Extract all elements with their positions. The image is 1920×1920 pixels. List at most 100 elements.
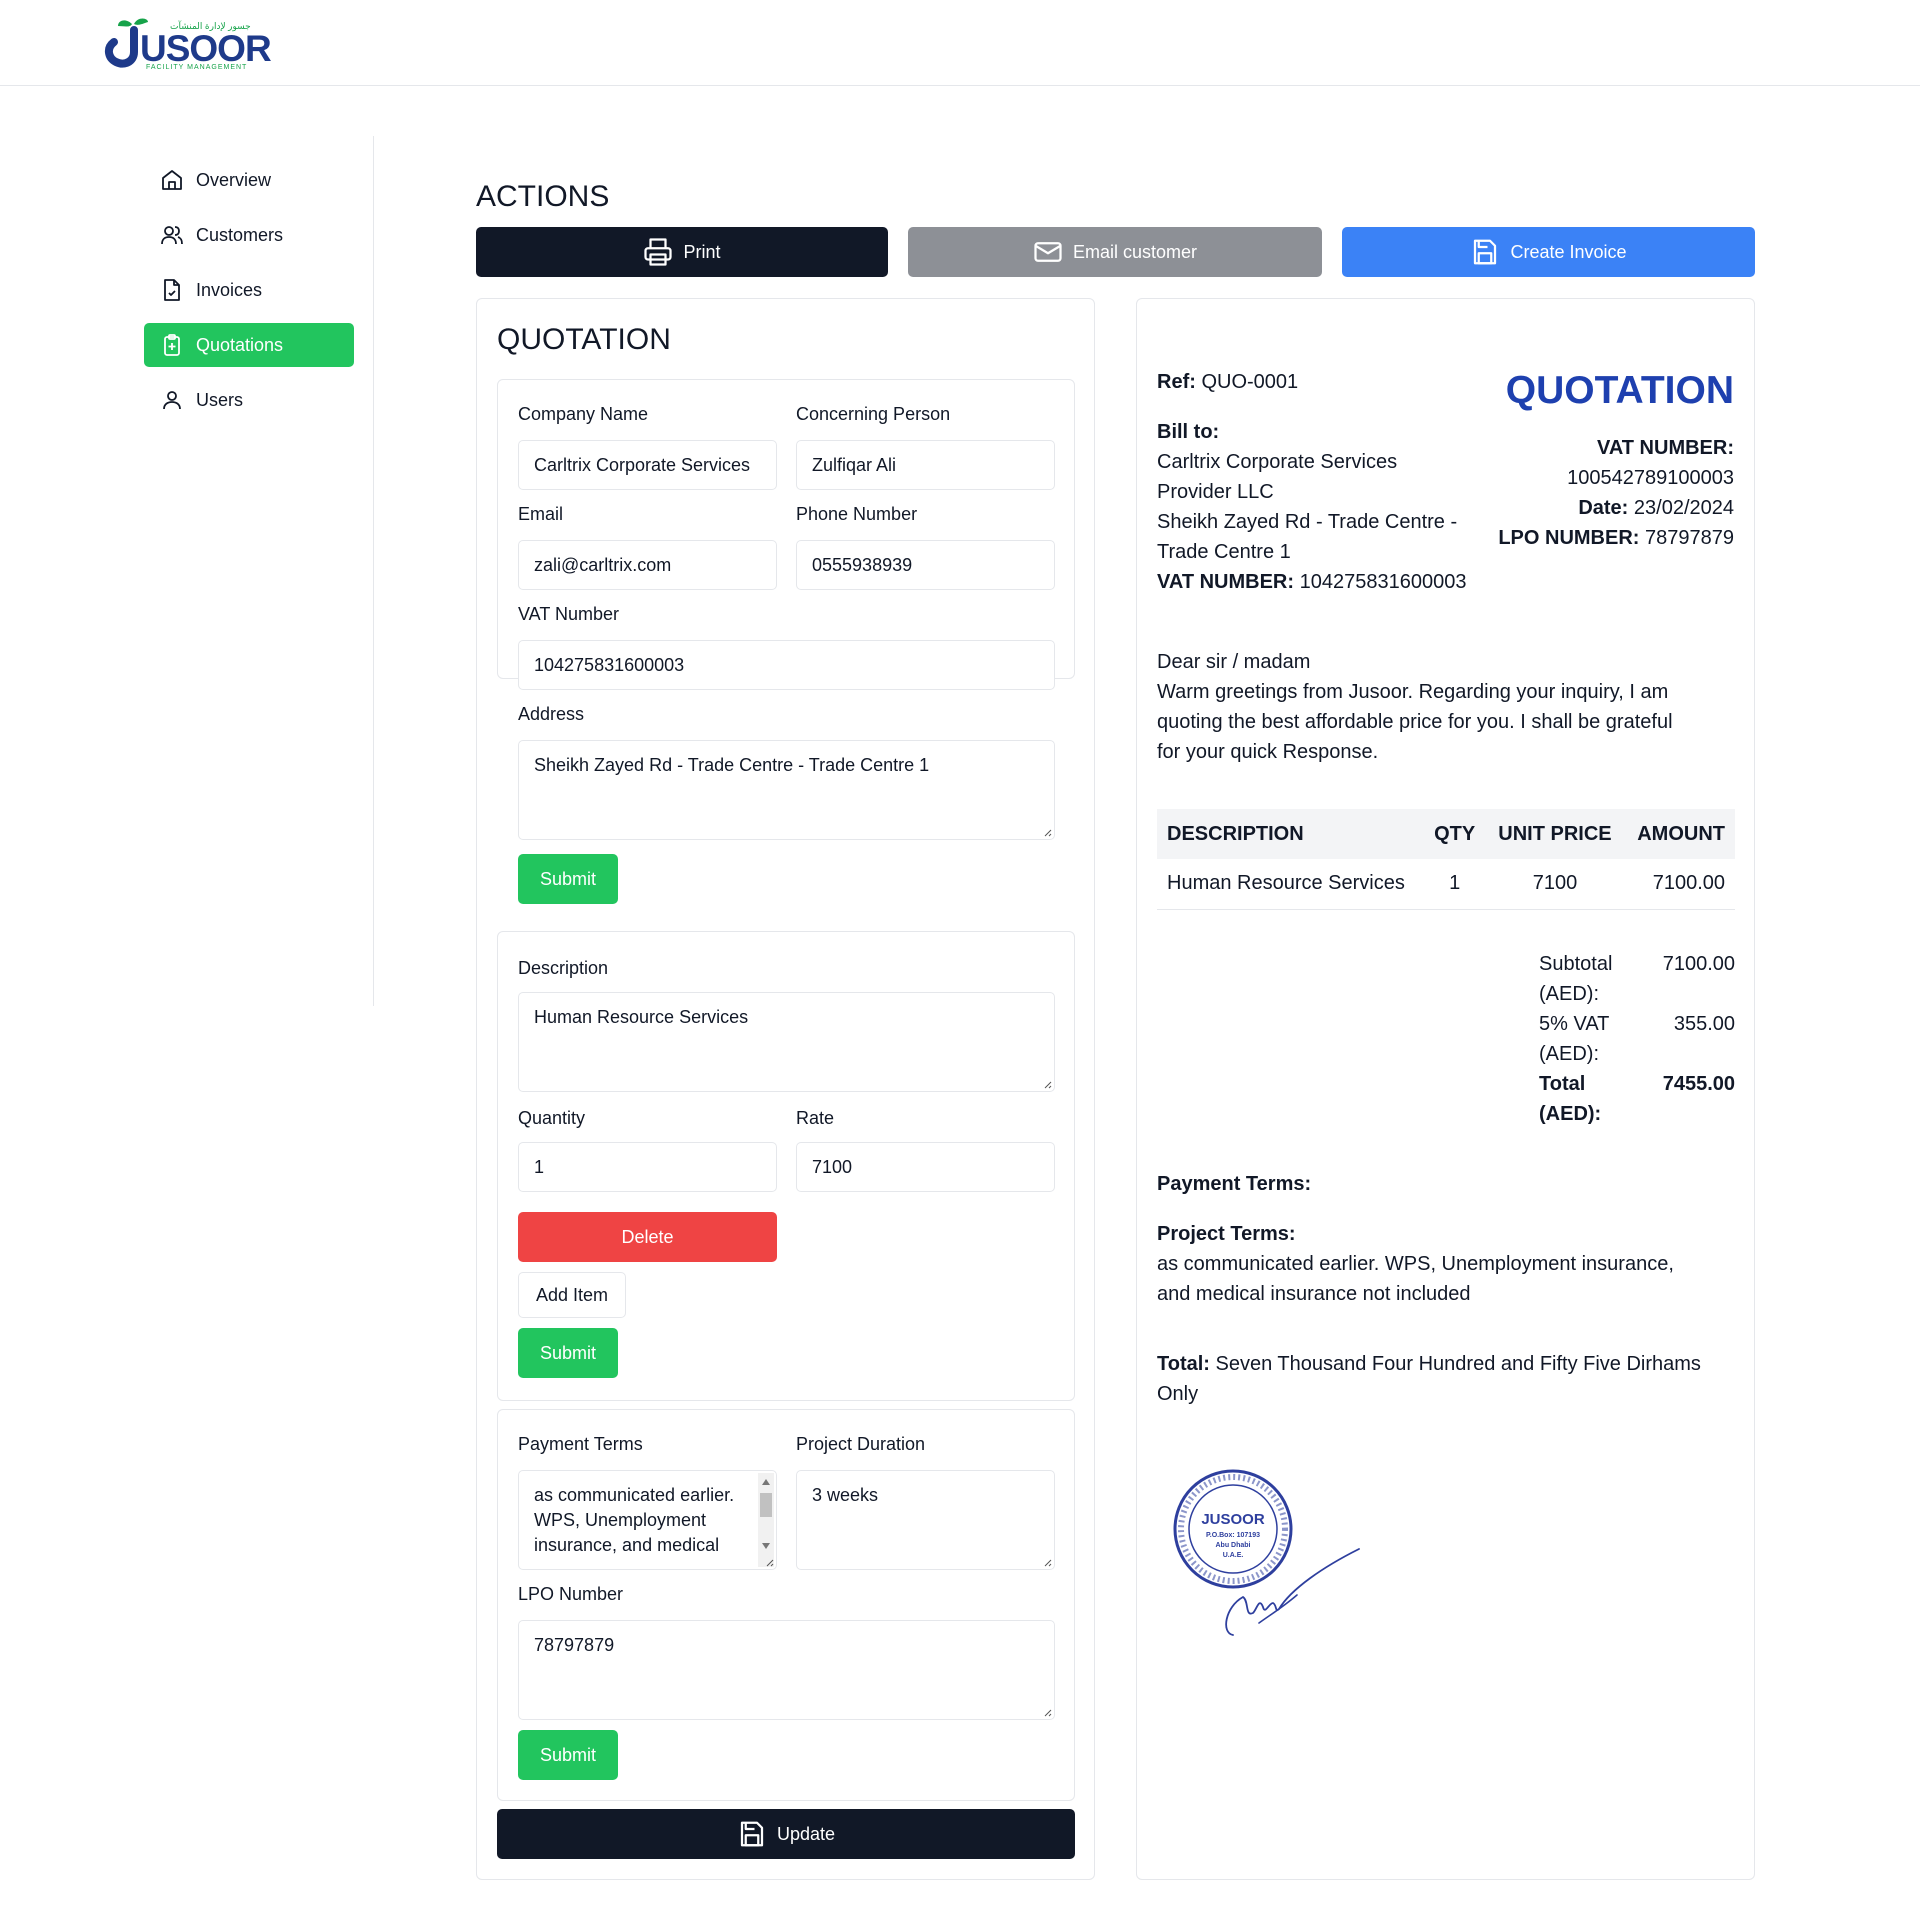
- rate-label: Rate: [796, 1108, 835, 1128]
- vat-row: 5% VAT (AED): 355.00: [1539, 1009, 1735, 1069]
- body-line-3: for your quick Response.: [1157, 741, 1379, 763]
- company-name-input[interactable]: Carltrix Corporate Services: [518, 440, 777, 490]
- vat5-label-unit: (AED):: [1539, 1043, 1599, 1065]
- printer-icon: [644, 238, 673, 266]
- bill-to-label: Bill to:: [1157, 421, 1220, 443]
- print-button[interactable]: Print: [476, 227, 888, 277]
- address-value: Sheikh Zayed Rd - Trade Centre - Trade C…: [534, 755, 930, 775]
- total-value: 7455.00: [1662, 1073, 1735, 1095]
- description-textarea[interactable]: Human Resource Services: [518, 992, 1055, 1092]
- phone-number-input[interactable]: 0555938939: [796, 540, 1055, 590]
- table-row: Human Resource Services 1 7100 7100.00: [1157, 859, 1735, 910]
- terms-submit-button[interactable]: Submit: [518, 1730, 618, 1780]
- signature-stroke: [1225, 1548, 1360, 1636]
- sidebar-item-label: Users: [196, 389, 244, 410]
- vat-number-label: VAT NUMBER:: [1596, 437, 1734, 459]
- total-row: Total (AED): 7455.00: [1539, 1069, 1735, 1129]
- payment-terms-heading: Payment Terms:: [1157, 1173, 1312, 1195]
- payment-terms-textarea[interactable]: as communicated earlier. WPS, Unemployme…: [518, 1470, 777, 1570]
- company-stamp-signature: JUSOOR P.O.Box: 107193 Abu Dhabi U.A.E.: [1173, 1469, 1360, 1636]
- ref-label: Ref:: [1157, 371, 1196, 393]
- bill-vat-label: VAT NUMBER:: [1157, 571, 1295, 593]
- description-value: Human Resource Services: [534, 1007, 749, 1027]
- item-submit-button[interactable]: Submit: [518, 1328, 618, 1378]
- sidebar-item-overview[interactable]: Overview: [144, 158, 354, 202]
- stamp-name: JUSOOR: [1201, 1511, 1265, 1528]
- resize-grip-icon[interactable]: [1042, 1557, 1052, 1567]
- date-value: 23/02/2024: [1633, 497, 1734, 519]
- header-description: DESCRIPTION: [1157, 809, 1424, 859]
- create-invoice-label: Create Invoice: [1510, 241, 1627, 262]
- update-label: Update: [776, 1823, 836, 1844]
- project-terms-block: Project Terms: as communicated earlier. …: [1157, 1219, 1737, 1309]
- subtotal-label: Subtotal: [1539, 953, 1613, 975]
- email-input[interactable]: zali@carltrix.com: [518, 540, 777, 590]
- totals-block: Subtotal (AED): 7100.00 5% VAT (AED): 355.…: [1539, 949, 1735, 1129]
- resize-grip-icon[interactable]: [764, 1557, 774, 1567]
- email-customer-button[interactable]: Email customer: [908, 227, 1322, 277]
- total-label: Total: [1539, 1073, 1586, 1095]
- vat-number-input[interactable]: 104275831600003: [518, 640, 1055, 690]
- delete-item-button[interactable]: Delete: [518, 1212, 777, 1262]
- update-button[interactable]: Update: [497, 1809, 1075, 1859]
- subtotal-label-unit: (AED):: [1539, 983, 1599, 1005]
- sidebar-item-customers[interactable]: Customers: [144, 213, 354, 257]
- letter-body: Dear sir / madam Warm greetings from Jus…: [1157, 647, 1737, 767]
- payment-terms-scrollbar[interactable]: [758, 1473, 774, 1567]
- quotation-preview-card: Ref: QUO-0001 QUOTATION Bill to: Carltri…: [1136, 298, 1755, 1880]
- rate-input[interactable]: 7100: [796, 1142, 1055, 1192]
- bill-vat-value: 104275831600003: [1299, 571, 1467, 593]
- vat-number-value: 100542789100003: [1567, 467, 1734, 489]
- lpo-number-value: 78797879: [534, 1635, 615, 1655]
- home-icon: [162, 170, 182, 190]
- date-label: Date:: [1578, 497, 1629, 519]
- preview-title: QUOTATION: [1505, 369, 1734, 412]
- payment-terms-label: Payment Terms: [518, 1434, 643, 1454]
- scroll-down-icon[interactable]: [762, 1543, 770, 1549]
- resize-grip-icon[interactable]: [1042, 827, 1052, 837]
- stamp-country: U.A.E.: [1223, 1552, 1244, 1559]
- items-table: DESCRIPTION QTY UNIT PRICE AMOUNT Human …: [1157, 809, 1735, 910]
- vat-number-label: VAT Number: [518, 604, 620, 624]
- description-label: Description: [518, 958, 609, 978]
- row-amount: 7100.00: [1623, 859, 1735, 910]
- concerning-person-input[interactable]: Zulfiqar Ali: [796, 440, 1055, 490]
- resize-grip-icon[interactable]: [1042, 1079, 1052, 1089]
- vat5-label: 5% VAT: [1539, 1013, 1610, 1035]
- subtotal-row: Subtotal (AED): 7100.00: [1539, 949, 1735, 1009]
- header-qty: QTY: [1423, 809, 1487, 859]
- project-terms-line-1: as communicated earlier. WPS, Unemployme…: [1157, 1253, 1674, 1275]
- header-amount: AMOUNT: [1623, 809, 1735, 859]
- form-title: QUOTATION: [497, 323, 671, 356]
- sidebar-item-users[interactable]: Users: [144, 378, 354, 422]
- create-invoice-button[interactable]: Create Invoice: [1342, 227, 1755, 277]
- add-item-button[interactable]: Add Item: [518, 1272, 626, 1318]
- email-customer-label: Email customer: [1072, 241, 1198, 262]
- quantity-input[interactable]: 1: [518, 1142, 777, 1192]
- clipboard-plus-icon: [164, 334, 180, 356]
- total-words-line-2: Only: [1157, 1383, 1199, 1405]
- bill-company-line-2: Provider LLC: [1157, 481, 1274, 503]
- scroll-thumb[interactable]: [760, 1493, 772, 1517]
- customer-section: Company Name Concerning Person Carltrix …: [497, 379, 1075, 904]
- ref-value: QUO-0001: [1201, 371, 1299, 393]
- top-bar: جسور لإدارة المنشآت USOOR FACILITY MANAG…: [0, 0, 1920, 86]
- lpo-number-textarea[interactable]: 78797879: [518, 1620, 1055, 1720]
- total-words-label: Total:: [1157, 1353, 1210, 1375]
- scroll-up-icon[interactable]: [762, 1479, 770, 1485]
- jusoor-logo[interactable]: جسور لإدارة المنشآت USOOR FACILITY MANAG…: [104, 16, 272, 71]
- greeting: Dear sir / madam: [1157, 651, 1311, 673]
- quotation-form-card: QUOTATION Company Name Concerning Person…: [476, 298, 1095, 1880]
- address-textarea[interactable]: Sheikh Zayed Rd - Trade Centre - Trade C…: [518, 740, 1055, 840]
- project-terms-heading: Project Terms:: [1157, 1223, 1296, 1245]
- lpo-value: 78797879: [1645, 527, 1734, 549]
- customer-submit-button[interactable]: Submit: [518, 854, 618, 904]
- sidebar-item-invoices[interactable]: Invoices: [144, 268, 354, 312]
- logo-subtitle: FACILITY MANAGEMENT: [146, 64, 248, 71]
- bill-address-line-1: Sheikh Zayed Rd - Trade Centre -: [1157, 511, 1458, 533]
- table-header-row: DESCRIPTION QTY UNIT PRICE AMOUNT: [1157, 809, 1735, 859]
- quantity-label: Quantity: [518, 1108, 586, 1128]
- resize-grip-icon[interactable]: [1042, 1707, 1052, 1717]
- project-duration-textarea[interactable]: 3 weeks: [796, 1470, 1055, 1570]
- sidebar-item-quotations[interactable]: Quotations: [144, 323, 354, 367]
